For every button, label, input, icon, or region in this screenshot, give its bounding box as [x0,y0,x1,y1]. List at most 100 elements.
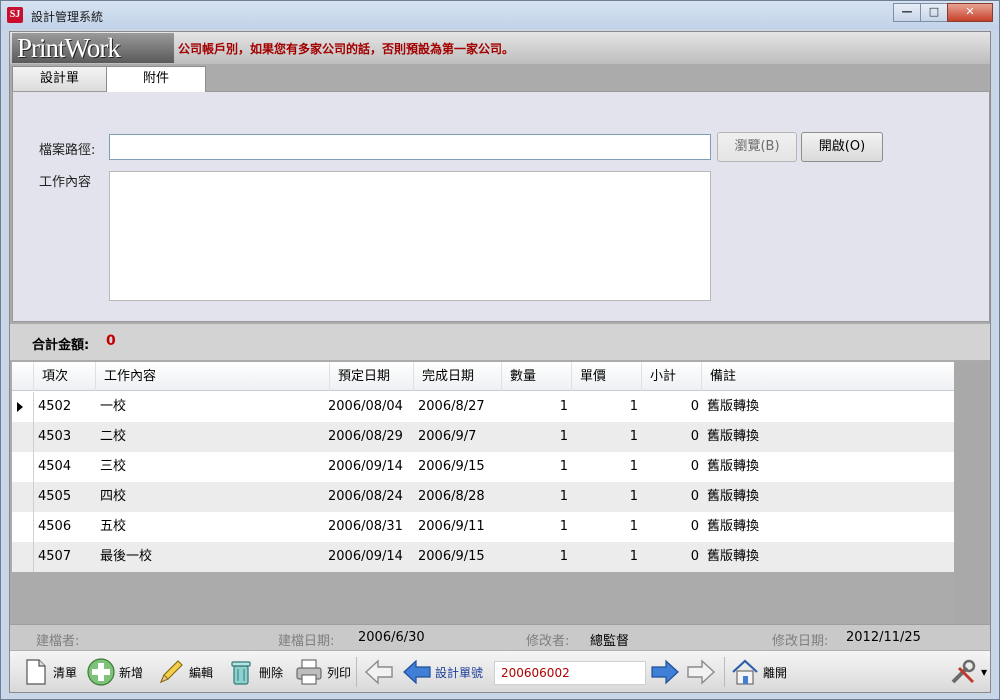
cell-subtotal[interactable]: 0 [642,482,699,512]
cell-id[interactable]: 4503 [38,422,96,452]
cell-subtotal[interactable]: 0 [642,512,699,542]
exit-button[interactable]: 離開 [730,655,787,689]
bottom-toolbar: 清單 新增 編輯 刪除 列印 設計單號 200606002 離開 ▼ [10,650,990,692]
cell-price[interactable]: 1 [572,542,638,572]
cell-subtotal[interactable]: 0 [642,542,699,572]
cell-note[interactable]: 舊版轉換 [707,512,907,542]
browse-button[interactable]: 瀏覽(B) [717,132,797,162]
cell-note[interactable]: 舊版轉換 [707,392,907,422]
cell-qty[interactable]: 1 [502,452,568,482]
file-path-input[interactable] [109,134,711,160]
created-date-label: 建檔日期: [278,634,335,649]
cell-id[interactable]: 4502 [38,392,96,422]
cell-planned[interactable]: 2006/09/14 [328,452,412,482]
table-row[interactable]: 4506 五校 2006/08/31 2006/9/11 1 1 0 舊版轉換 [12,512,954,542]
cell-id[interactable]: 4507 [38,542,96,572]
cell-planned[interactable]: 2006/08/24 [328,482,412,512]
cell-subtotal[interactable]: 0 [642,452,699,482]
column-header-note[interactable]: 備註 [702,362,954,391]
cell-qty[interactable]: 1 [502,392,568,422]
cell-note[interactable]: 舊版轉換 [707,422,907,452]
cell-qty[interactable]: 1 [502,512,568,542]
table-row[interactable]: 4502 一校 2006/08/04 2006/8/27 1 1 0 舊版轉換 [12,392,954,422]
table-row[interactable]: 4503 二校 2006/08/29 2006/9/7 1 1 0 舊版轉換 [12,422,954,452]
delete-button[interactable]: 刪除 [226,655,283,689]
column-header-price[interactable]: 單價 [572,362,642,391]
previous-record-button[interactable] [364,655,397,689]
cell-note[interactable]: 舊版轉換 [707,482,907,512]
tab-design-order[interactable]: 設計單 [12,66,107,91]
cell-done[interactable]: 2006/8/28 [418,482,502,512]
cell-work[interactable]: 二校 [100,422,330,452]
row-header[interactable] [12,482,34,512]
open-button[interactable]: 開啟(O) [801,132,883,162]
maximize-button[interactable]: □ [920,3,948,22]
next-record-button[interactable] [650,655,683,689]
tools-menu-button[interactable]: ▼ [948,655,987,689]
column-header-done[interactable]: 完成日期 [414,362,502,391]
cell-price[interactable]: 1 [572,452,638,482]
row-header[interactable] [12,392,34,422]
column-header-id[interactable]: 項次 [34,362,96,391]
clear-list-button[interactable]: 清單 [20,655,77,689]
row-header[interactable] [12,512,34,542]
table-row[interactable]: 4505 四校 2006/08/24 2006/8/28 1 1 0 舊版轉換 [12,482,954,512]
tab-attachment[interactable]: 附件 [106,66,206,92]
cell-planned[interactable]: 2006/08/31 [328,512,412,542]
column-header-planned[interactable]: 預定日期 [330,362,414,391]
table-row[interactable]: 4507 最後一校 2006/09/14 2006/9/15 1 1 0 舊版轉換 [12,542,954,572]
close-icon: ✕ [965,5,975,18]
cell-done[interactable]: 2006/9/11 [418,512,502,542]
cell-qty[interactable]: 1 [502,422,568,452]
cell-subtotal[interactable]: 0 [642,422,699,452]
last-record-button[interactable] [686,655,719,689]
arrow-left-blue-icon [403,659,431,685]
cell-work[interactable]: 五校 [100,512,330,542]
modified-date-label: 修改日期: [772,634,829,649]
cell-planned[interactable]: 2006/09/14 [328,542,412,572]
edit-button[interactable]: 編輯 [156,655,213,689]
cell-qty[interactable]: 1 [502,542,568,572]
add-button[interactable]: 新增 [86,655,143,689]
cell-planned[interactable]: 2006/08/04 [328,392,412,422]
cell-id[interactable]: 4504 [38,452,96,482]
row-header[interactable] [12,452,34,482]
cell-done[interactable]: 2006/8/27 [418,392,502,422]
cell-done[interactable]: 2006/9/7 [418,422,502,452]
row-header[interactable] [12,422,34,452]
pencil-icon [159,660,183,684]
first-record-button[interactable]: 設計單號 [402,655,483,689]
cell-id[interactable]: 4505 [38,482,96,512]
cell-qty[interactable]: 1 [502,482,568,512]
print-button[interactable]: 列印 [294,655,351,689]
column-header-work[interactable]: 工作內容 [96,362,330,391]
column-header-subtotal[interactable]: 小計 [642,362,702,391]
cell-work[interactable]: 一校 [100,392,330,422]
cell-note[interactable]: 舊版轉換 [707,542,907,572]
cell-price[interactable]: 1 [572,512,638,542]
creator-label: 建檔者: [36,634,80,649]
cell-price[interactable]: 1 [572,392,638,422]
cell-work[interactable]: 三校 [100,452,330,482]
work-content-textarea[interactable] [109,171,711,301]
cell-price[interactable]: 1 [572,482,638,512]
dropdown-arrow-icon: ▼ [981,667,988,677]
close-button[interactable]: ✕ [947,3,993,22]
row-header-corner [12,362,34,391]
cell-price[interactable]: 1 [572,422,638,452]
cell-id[interactable]: 4506 [38,512,96,542]
cell-done[interactable]: 2006/9/15 [418,542,502,572]
record-number-input[interactable] [494,661,646,685]
cell-subtotal[interactable]: 0 [642,392,699,422]
cell-planned[interactable]: 2006/08/29 [328,422,412,452]
modifier-label: 修改者: [526,634,570,649]
column-header-qty[interactable]: 數量 [502,362,572,391]
cell-work[interactable]: 四校 [100,482,330,512]
file-path-label: 檔案路徑: [39,143,96,158]
cell-work[interactable]: 最後一校 [100,542,330,572]
cell-note[interactable]: 舊版轉換 [707,452,907,482]
table-row[interactable]: 4504 三校 2006/09/14 2006/9/15 1 1 0 舊版轉換 [12,452,954,482]
minimize-button[interactable]: — [893,3,921,22]
row-header[interactable] [12,542,34,572]
cell-done[interactable]: 2006/9/15 [418,452,502,482]
